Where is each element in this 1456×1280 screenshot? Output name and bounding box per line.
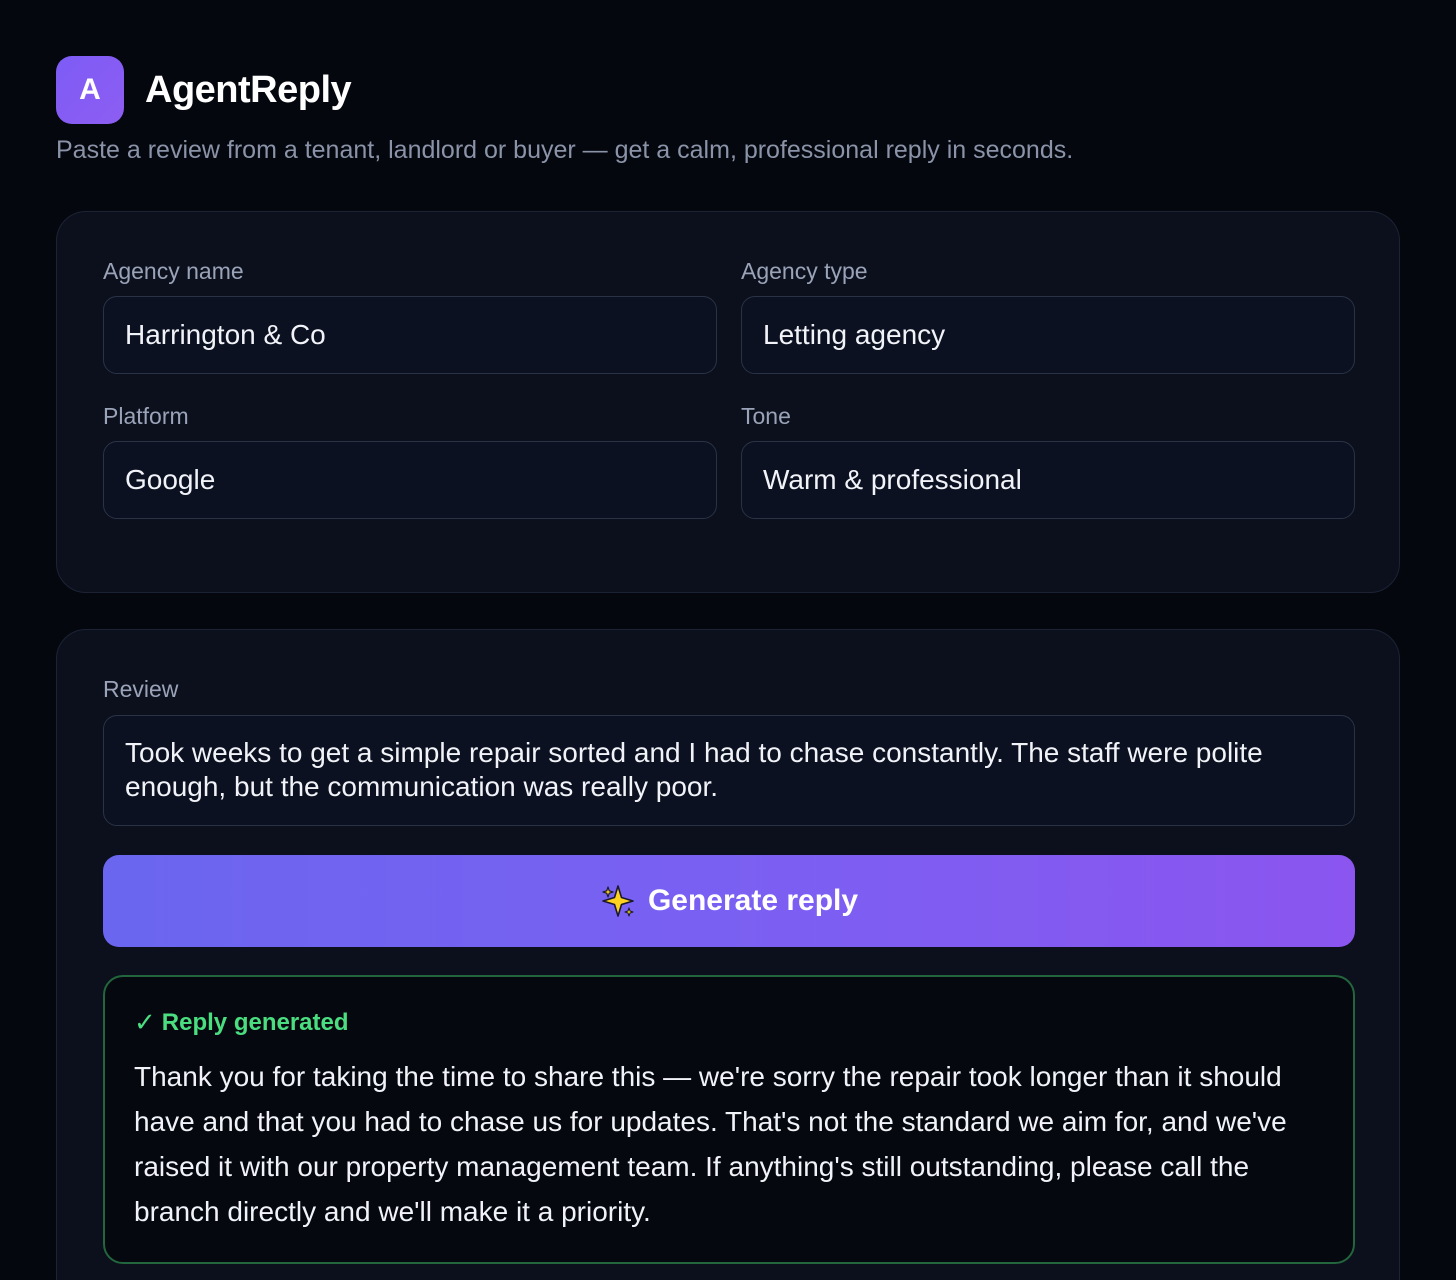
brand-header: A AgentReply bbox=[56, 56, 352, 124]
review-textarea[interactable]: Took weeks to get a simple repair sorted… bbox=[103, 715, 1355, 826]
reply-text: Thank you for taking the time to share t… bbox=[134, 1061, 1287, 1227]
platform-select[interactable]: Google bbox=[103, 441, 717, 519]
tone-value: Warm & professional bbox=[763, 464, 1022, 495]
review-card: Review Took weeks to get a simple repair… bbox=[56, 629, 1400, 1280]
reply-status-text: Reply generated bbox=[161, 1008, 349, 1036]
logo-letter: A bbox=[79, 73, 101, 106]
platform-value: Google bbox=[125, 464, 216, 495]
settings-card: Agency name Harrington & Co Agency type … bbox=[56, 211, 1400, 593]
review-label: Review bbox=[103, 676, 179, 702]
agency-type-select[interactable]: Letting agency bbox=[741, 296, 1355, 374]
tone-select[interactable]: Warm & professional bbox=[741, 441, 1355, 519]
generate-reply-label: Generate reply bbox=[647, 884, 859, 917]
agency-name-input[interactable]: Harrington & Co bbox=[103, 296, 717, 374]
review-text: Took weeks to get a simple repair sorted… bbox=[125, 737, 1263, 802]
app-logo: A bbox=[56, 56, 124, 124]
reply-status: ✓ Reply generated bbox=[134, 1007, 1325, 1038]
generate-reply-button[interactable]: Generate reply bbox=[103, 855, 1355, 947]
app-name: AgentReply bbox=[145, 68, 352, 111]
tone-label: Tone bbox=[741, 403, 791, 429]
page: A AgentReply Paste a review from a tenan… bbox=[0, 0, 1456, 1280]
app-tagline: Paste a review from a tenant, landlord o… bbox=[56, 136, 1074, 164]
check-icon: ✓ bbox=[134, 1007, 156, 1037]
agency-type-value: Letting agency bbox=[763, 319, 946, 350]
platform-label: Platform bbox=[103, 403, 189, 429]
agency-type-label: Agency type bbox=[741, 258, 868, 284]
agency-name-label: Agency name bbox=[103, 258, 244, 284]
agency-name-value: Harrington & Co bbox=[125, 319, 326, 350]
reply-result-panel: ✓ Reply generated Thank you for taking t… bbox=[103, 975, 1355, 1264]
sparkles-icon bbox=[600, 883, 636, 919]
